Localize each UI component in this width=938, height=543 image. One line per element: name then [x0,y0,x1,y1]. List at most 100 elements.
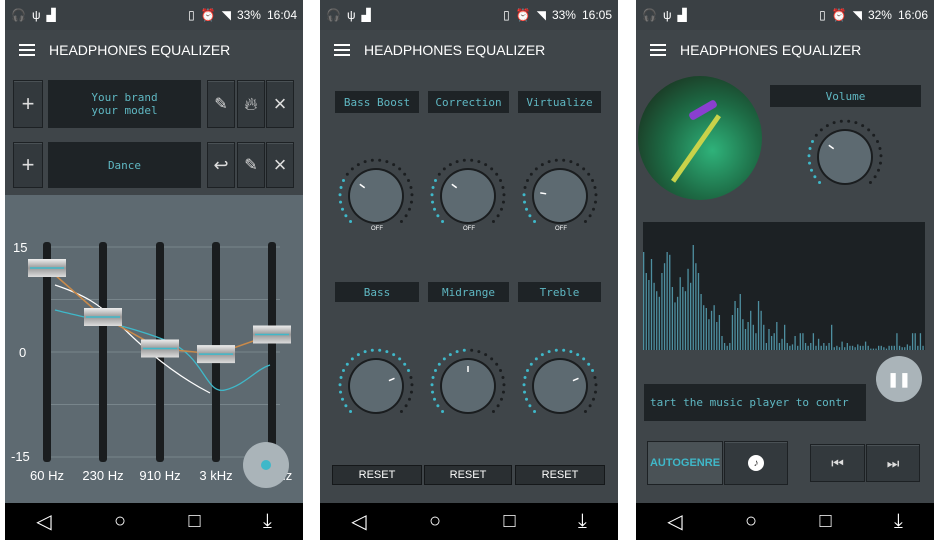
spectrum-bar [661,273,663,350]
back-icon[interactable]: ◁ [36,509,51,534]
spectrum-bar [870,348,872,350]
autogenre-button[interactable]: AUTOGENRE [647,441,723,485]
effect-knob-dot [356,163,360,167]
spectrum-bar [718,315,721,350]
home-icon[interactable]: ○ [114,510,126,533]
effect-knob-dot [349,219,353,223]
spectrum-bar [692,245,694,350]
spectrum-bar [739,294,741,350]
pencil-icon: ✎ [244,157,258,174]
effect-knob-dot [523,185,527,189]
tone-knob-dot [448,353,452,357]
tone-knob-dot [409,375,413,379]
equalizer-panel: 15 0 -15 60 Hz230 Hz910 Hz3 kHz14 kHz [5,195,303,503]
headphone-display[interactable]: Your brand your model [48,80,201,128]
volume-knob-dot [818,180,822,184]
download-icon[interactable]: ⤓ [263,510,272,533]
add-preset-button[interactable]: + [13,142,43,188]
spectrum-analyzer [643,222,925,350]
effect-knob-face[interactable] [350,170,402,222]
menu-icon[interactable] [19,44,35,56]
spectrum-bar [781,338,783,350]
effect-knob-dot [448,163,452,167]
spectrum-bar [833,347,835,350]
spectrum-bar [911,333,914,350]
spectrum-bar [922,345,924,350]
spectrum-bar [700,294,702,350]
tone-knob-dot [593,375,597,379]
spectrum-bar [789,345,791,350]
preset-display[interactable]: Dance [48,142,201,188]
download-icon[interactable]: ⤓ [894,510,903,533]
reset-midrange-button[interactable]: RESET [424,465,512,485]
spectrum-bar [770,336,773,350]
edit-preset-button[interactable]: ✎ [237,142,265,188]
effect-knob-dot [528,214,532,218]
spectrum-bar [807,345,809,350]
effect-knob-dot [338,193,342,197]
spectrum-bar [653,282,655,350]
spectrum-bar [802,333,804,350]
tone-knob-face[interactable] [350,360,402,412]
spectrum-bar [846,343,848,350]
remove-headphone-button[interactable]: × [266,80,294,128]
spectrum-bar [648,280,650,350]
skip-next-icon: ⏭ [886,454,900,471]
tone-knob-dot [582,357,586,361]
effect-knob-dot [436,214,440,218]
spectrum-bar [731,315,734,350]
tone-knob-dot [398,357,402,361]
recents-icon[interactable]: □ [188,510,200,533]
power-fab[interactable] [243,442,289,488]
next-button[interactable]: ⏭ [866,444,920,482]
download-icon[interactable]: ⤓ [578,510,587,533]
remove-preset-button[interactable]: × [266,142,294,188]
usb-icon: ψ [31,8,41,22]
slider-track[interactable] [268,242,276,462]
back-icon[interactable]: ◁ [667,509,682,534]
volume-knob-dot [876,140,880,144]
effect-knob-dot [433,207,437,211]
spectrum-bar [666,252,668,350]
spectrum-bar [812,333,815,350]
home-icon[interactable]: ○ [745,510,757,533]
back-icon[interactable]: ◁ [351,509,366,534]
previous-button[interactable]: ⏮ [810,444,865,482]
undo-button[interactable]: ↩ [207,142,235,188]
spectrum-bar [705,308,707,350]
tone-knob-dot [407,369,411,373]
spectrum-bar [650,259,653,350]
reset-bass-button[interactable]: RESET [332,465,422,485]
pause-button[interactable]: ❚❚ [876,356,922,402]
tone-knob-dot [433,369,437,373]
reset-treble-button[interactable]: RESET [515,465,605,485]
recents-icon[interactable]: □ [819,510,831,533]
tone-knob-face[interactable] [534,360,586,412]
tone-knob-dot [591,369,595,373]
effect-knob-dot [591,207,595,211]
effect-knob-dot [594,193,598,197]
volume-knob-face[interactable] [819,131,871,183]
effect-knob-face[interactable] [534,170,586,222]
tone-knob-dot [547,350,551,354]
tone-knob-dot [370,348,374,352]
tone-knob-dot [344,404,348,408]
effect-knob-face[interactable] [442,170,494,222]
music-player-button[interactable]: ♪ [724,441,788,485]
edit-hp-button[interactable]: ✎ [207,80,235,128]
volume-knob-dot [873,175,877,179]
spectrum-bar [831,324,833,350]
tone-knob-dot [477,350,481,354]
home-icon[interactable]: ○ [429,510,441,533]
boost-button[interactable]: 🔥︎ [237,80,265,128]
spectrum-bar [838,347,841,350]
tone-knob-dot [588,404,592,408]
add-headphone-button[interactable]: + [13,80,43,128]
spectrum-bar [663,263,666,350]
spectrum-bar [658,296,660,350]
spectrum-bar [671,287,674,350]
effect-knob-dot [534,167,538,171]
slider-track[interactable] [99,242,107,462]
recents-icon[interactable]: □ [503,510,515,533]
y-tick-min: -15 [11,449,30,464]
